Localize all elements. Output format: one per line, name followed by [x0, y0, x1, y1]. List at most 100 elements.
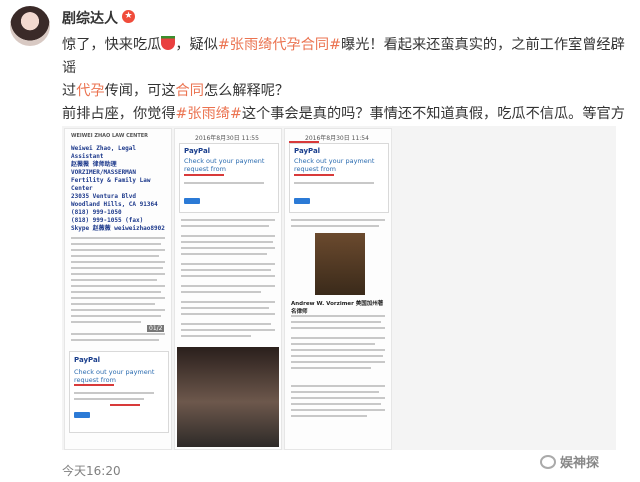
law-center-header: WEIWEI ZHAO LAW CENTER [71, 133, 149, 139]
address-line: (818) 999-1050 [71, 209, 122, 216]
document-text-line [291, 391, 379, 393]
image-panel-left: WEIWEI ZHAO LAW CENTER Weiwei Zhao, Lega… [64, 128, 172, 450]
address-line: Fertility & Family Law Center [71, 177, 151, 192]
document-text-line [181, 247, 275, 249]
document-text-line [71, 333, 165, 335]
document-text-line [181, 335, 251, 337]
document-text-line [71, 279, 157, 281]
keyword-contract[interactable]: 合同 [176, 83, 204, 99]
brand-logo-icon [540, 454, 556, 469]
post-timestamp[interactable]: 今天16:20 [62, 462, 121, 479]
document-text-line [291, 343, 375, 345]
document-text-line [71, 291, 161, 293]
address-line: Woodland Hills, CA 91364 [71, 201, 158, 208]
pay-button [294, 198, 310, 204]
document-text-line [71, 243, 161, 245]
document-text-line [291, 403, 381, 405]
document-text-line [181, 285, 275, 287]
paypal-card: PayPal Check out your payment request fr… [179, 143, 279, 213]
document-text-line [74, 398, 144, 400]
document-text-line [74, 392, 154, 394]
address-line: 赵薇薇 律师助理 [71, 161, 117, 168]
post-text-segment: 过 [62, 83, 77, 99]
payment-request-title: Check out your payment request from [294, 157, 375, 173]
document-text-line [71, 261, 165, 263]
document-text-line [181, 301, 275, 303]
document-text-line [71, 339, 159, 341]
hashtag-zhang-yuqi[interactable]: #张雨绮# [176, 106, 242, 122]
document-text-line [184, 182, 264, 184]
document-text-line [291, 225, 379, 227]
document-text-line [181, 225, 269, 227]
document-text-line [291, 327, 385, 329]
image-panel-right: 2016年8月30日 11:54 PayPal Check out your p… [284, 128, 392, 450]
payment-request-title: Check out your payment request from [74, 368, 155, 384]
paypal-card: PayPal Check out your payment request fr… [289, 143, 389, 213]
document-text-line [181, 269, 271, 271]
paypal-logo: PayPal [184, 147, 211, 155]
brand-watermark: 娱神探 [540, 452, 599, 471]
payment-request-title: Check out your payment request from [184, 157, 265, 173]
document-text-line [71, 255, 159, 257]
verified-badge-icon: ★ [122, 10, 135, 23]
document-text-line [181, 313, 275, 315]
document-text-line [71, 303, 155, 305]
document-text-line [181, 241, 273, 243]
document-text-line [291, 367, 371, 369]
document-text-line [71, 297, 165, 299]
highlight-underline [294, 174, 334, 176]
keyword-surrogacy[interactable]: 代孕 [76, 83, 104, 99]
document-text-line [181, 323, 271, 325]
document-text-line [291, 355, 383, 357]
document-text-line [181, 329, 275, 331]
brand-name: 娱神探 [560, 456, 600, 471]
document-text-line [291, 415, 367, 417]
document-text-line [71, 237, 165, 239]
hashtag-contract[interactable]: #张雨绮代孕合同# [218, 37, 341, 53]
paypal-card: PayPal Check out your payment request fr… [69, 351, 169, 433]
document-text-line [71, 273, 165, 275]
document-text-line [71, 267, 163, 269]
document-text-line [291, 385, 385, 387]
document-text-line [291, 349, 385, 351]
image-panel-middle: 2016年8月30日 11:55 PayPal Check out your p… [174, 128, 282, 450]
portrait-photo [315, 233, 365, 295]
document-text-line [291, 409, 385, 411]
highlight-underline [74, 384, 114, 386]
page-number-badge: 01/2 [147, 325, 165, 332]
post-image[interactable]: WEIWEI ZHAO LAW CENTER Weiwei Zhao, Lega… [62, 126, 616, 450]
document-text-line [71, 249, 165, 251]
document-text-line [181, 291, 261, 293]
pay-button [184, 198, 200, 204]
address-line: Weiwei Zhao, Legal Assistant [71, 145, 137, 160]
document-text-line [71, 309, 165, 311]
document-text-line [71, 285, 165, 287]
post-text-segment: 惊了，快来吃瓜 [62, 37, 162, 53]
watermelon-emoji-icon [161, 36, 176, 50]
document-text-line [181, 263, 275, 265]
document-text-line [291, 397, 385, 399]
document-text-line [291, 219, 385, 221]
portrait-photo [177, 347, 279, 447]
highlight-underline [110, 404, 140, 406]
pay-button [74, 412, 90, 418]
document-text-line [71, 321, 141, 323]
post-text-segment: 前排占座，你觉得 [62, 106, 176, 122]
document-text-line [181, 275, 275, 277]
highlight-underline [184, 174, 224, 176]
document-text-line [291, 361, 385, 363]
document-text-line [291, 337, 385, 339]
post-text-segment: 怎么解释呢？ [203, 83, 290, 99]
address-line: VORZIMER/MASSERMAN [71, 169, 137, 176]
document-text-line [181, 235, 275, 237]
address-line: 23035 Ventura Blvd [71, 193, 137, 200]
screenshot-date: 2016年8月30日 11:55 [195, 135, 259, 142]
address-block: Weiwei Zhao, Legal Assistant 赵薇薇 律师助理 VO… [71, 145, 171, 233]
photo-caption: Andrew W. Vorzimer 美国加州著名律师 [291, 301, 384, 315]
document-text-line [291, 315, 385, 317]
avatar[interactable] [10, 6, 50, 46]
username[interactable]: 剧综达人 [62, 8, 118, 28]
address-line: Skype 赵薇薇 weiweizhao8902 [71, 225, 165, 232]
paypal-logo: PayPal [74, 356, 101, 364]
post-text-segment: ，疑似 [175, 37, 218, 53]
